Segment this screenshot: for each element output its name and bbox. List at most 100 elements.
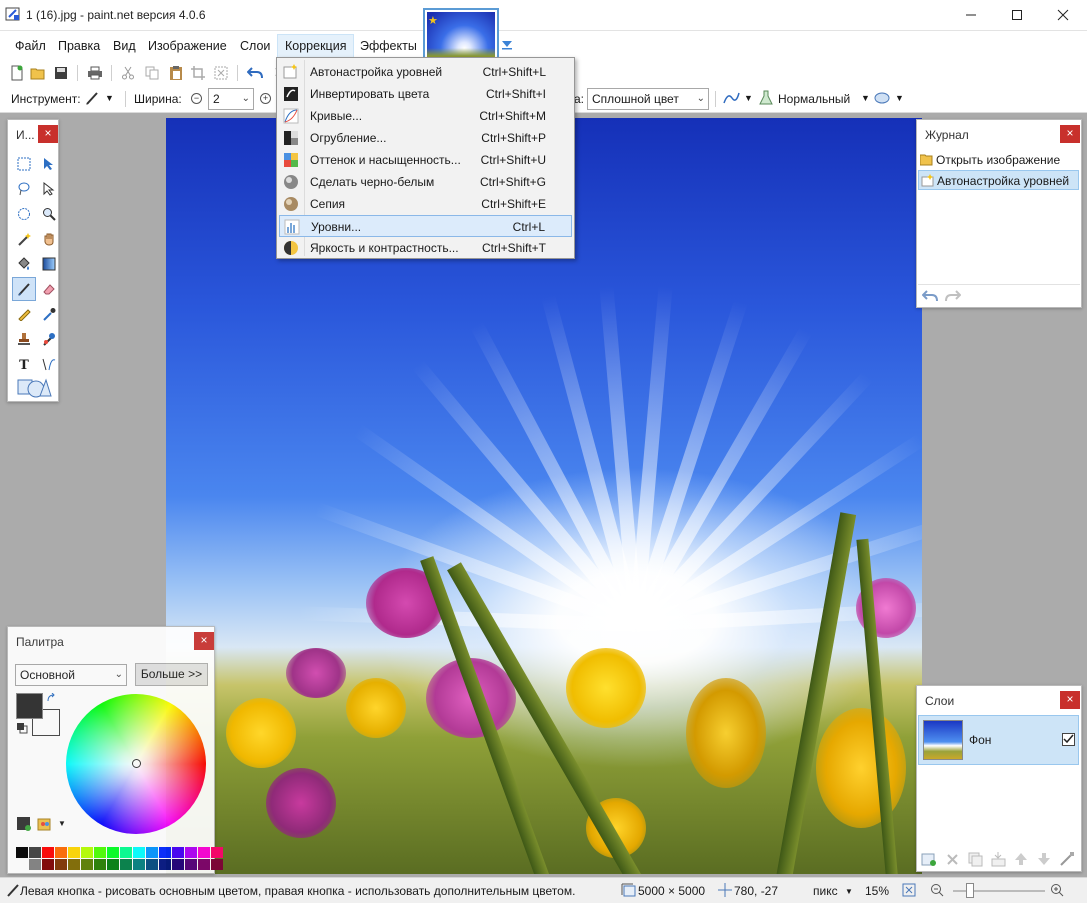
lasso-select-tool[interactable] (12, 177, 36, 201)
reset-colors-icon[interactable] (16, 722, 28, 734)
palette-swatch[interactable] (120, 859, 132, 870)
layer-visibility-checkbox[interactable] (1062, 733, 1075, 746)
chevron-down-icon[interactable]: ▼ (105, 93, 114, 103)
palette-swatch[interactable] (55, 847, 67, 858)
close-window-button[interactable] (1040, 0, 1086, 30)
adjustments-menu-item[interactable]: Уровни... Ctrl+L (279, 215, 572, 237)
menu-edit[interactable]: Правка (51, 34, 107, 58)
move-selected-tool[interactable] (37, 152, 61, 176)
paintbrush-tool[interactable] (12, 277, 36, 301)
palette-swatch[interactable] (81, 859, 93, 870)
ellipse-select-tool[interactable] (12, 202, 36, 226)
units-selector[interactable]: пикс (813, 884, 838, 898)
palette-swatch[interactable] (42, 859, 54, 870)
history-panel-close-button[interactable]: × (1060, 125, 1080, 143)
palette-swatch[interactable] (211, 859, 223, 870)
palette-swatch[interactable] (42, 847, 54, 858)
fill-mode-combo[interactable]: Сплошной цвет ⌄ (587, 88, 709, 110)
palette-swatch[interactable] (159, 847, 171, 858)
adjustments-menu-item[interactable]: Сделать черно-белым Ctrl+Shift+G (279, 171, 572, 193)
menu-effects[interactable]: Эффекты (353, 34, 424, 58)
chevron-down-icon[interactable]: ▼ (845, 887, 853, 896)
layer-row[interactable]: Фон (918, 715, 1079, 765)
magic-wand-tool[interactable] (12, 227, 36, 251)
history-redo-button[interactable] (945, 289, 962, 306)
selection-mode-button[interactable] (873, 89, 891, 107)
adjustments-menu-item[interactable]: Яркость и контрастность... Ctrl+Shift+T (279, 237, 572, 259)
move-selection-tool[interactable] (37, 177, 61, 201)
palette-swatch[interactable] (185, 847, 197, 858)
zoom-slider-thumb[interactable] (966, 883, 974, 898)
palette-swatch[interactable] (68, 859, 80, 870)
zoom-value[interactable]: 15% (865, 884, 889, 898)
palette-swatch[interactable] (172, 859, 184, 870)
layers-panel-close-button[interactable]: × (1060, 691, 1080, 709)
palette-swatch[interactable] (185, 859, 197, 870)
history-item-selected[interactable]: Автонастройка уровней (918, 170, 1079, 190)
palette-swatch[interactable] (16, 847, 28, 858)
zoom-tool[interactable] (37, 202, 61, 226)
palette-swatch[interactable] (107, 859, 119, 870)
palette-swatch[interactable] (120, 847, 132, 858)
duplicate-layer-icon[interactable] (967, 851, 984, 867)
menu-view[interactable]: Вид (106, 34, 143, 58)
palette-swatch[interactable] (29, 847, 41, 858)
palette-swatch[interactable] (146, 859, 158, 870)
color-picker-tool[interactable] (37, 302, 61, 326)
clone-stamp-tool[interactable] (12, 327, 36, 351)
blend-mode-button[interactable] (757, 89, 775, 107)
crop-button[interactable] (189, 64, 207, 82)
palette-swatch[interactable] (94, 859, 106, 870)
color-wheel-cursor[interactable] (132, 759, 141, 768)
adjustments-menu-item[interactable]: Инвертировать цвета Ctrl+Shift+I (279, 83, 572, 105)
maximize-button[interactable] (994, 0, 1040, 30)
minimize-button[interactable] (948, 0, 994, 30)
palette-swatch[interactable] (29, 859, 41, 870)
menu-file[interactable]: Файл (8, 34, 53, 58)
primary-color-swatch[interactable] (16, 693, 43, 719)
adjustments-menu-item[interactable]: Автонастройка уровней Ctrl+Shift+L (279, 61, 572, 83)
save-button[interactable] (52, 64, 70, 82)
merge-layer-down-icon[interactable] (990, 851, 1007, 867)
text-tool[interactable]: T (12, 352, 36, 376)
palette-mode-combo[interactable]: Основной ⌄ (15, 664, 127, 686)
eraser-tool[interactable] (37, 277, 61, 301)
menu-layers[interactable]: Слои (233, 34, 277, 58)
print-button[interactable] (86, 64, 104, 82)
undo-button[interactable] (246, 64, 264, 82)
line-curve-tool[interactable] (37, 352, 61, 376)
palette-swatch[interactable] (198, 847, 210, 858)
palette-swatch[interactable] (81, 847, 93, 858)
decrease-width-button[interactable]: − (191, 93, 202, 104)
layer-properties-icon[interactable] (1059, 851, 1076, 867)
menu-adjustments[interactable]: Коррекция (277, 34, 355, 58)
adjustments-menu-item[interactable]: Оттенок и насыщенность... Ctrl+Shift+U (279, 149, 572, 171)
delete-layer-icon[interactable] (944, 851, 961, 867)
pencil-tool[interactable] (12, 302, 36, 326)
adjustments-menu-item[interactable]: Кривые... Ctrl+Shift+M (279, 105, 572, 127)
chevron-down-icon[interactable]: ▼ (861, 93, 870, 103)
palette-swatch[interactable] (68, 847, 80, 858)
open-button[interactable] (29, 64, 47, 82)
gradient-tool[interactable] (37, 252, 61, 276)
history-undo-button[interactable] (921, 289, 938, 306)
zoom-to-window-icon[interactable] (902, 883, 916, 897)
antialiasing-button[interactable] (722, 89, 740, 107)
menu-image[interactable]: Изображение (141, 34, 234, 58)
chevron-down-icon[interactable]: ▼ (895, 93, 904, 103)
move-layer-up-icon[interactable] (1013, 851, 1030, 867)
recolor-tool[interactable] (37, 327, 61, 351)
tools-panel-close-button[interactable]: × (38, 125, 58, 143)
palette-swatch[interactable] (172, 847, 184, 858)
tab-list-arrow-icon[interactable] (501, 40, 513, 50)
palette-menu-icon[interactable] (37, 816, 53, 832)
new-image-button[interactable] (8, 64, 26, 82)
brush-width-combo[interactable]: 2 ⌄ (208, 88, 254, 110)
chevron-down-icon[interactable]: ▼ (58, 819, 66, 828)
paste-button[interactable] (167, 64, 185, 82)
cut-button[interactable] (119, 64, 137, 82)
palette-swatch[interactable] (94, 847, 106, 858)
blend-mode-value[interactable]: Нормальный (778, 92, 850, 106)
rectangle-select-tool[interactable] (12, 152, 36, 176)
palette-swatch[interactable] (198, 859, 210, 870)
